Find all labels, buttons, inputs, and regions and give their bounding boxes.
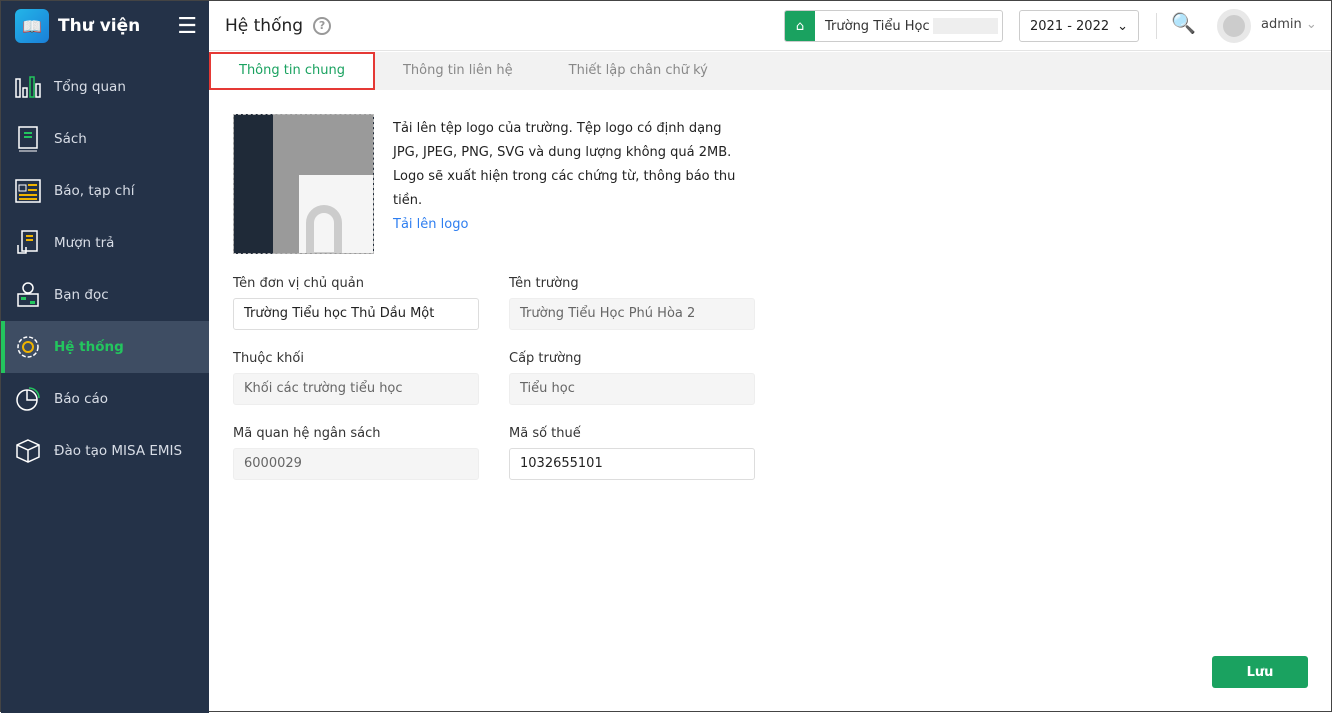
blurred-text — [932, 18, 998, 34]
field-label: Mã quan hệ ngân sách — [233, 426, 381, 441]
tabs: Thông tin chung Thông tin liên hệ Thiết … — [209, 52, 1331, 90]
sidebar-item-label: Bạn đọc — [54, 287, 109, 303]
sidebar-item-reports[interactable]: Báo cáo — [1, 373, 209, 425]
year-value: 2021 - 2022 — [1030, 18, 1110, 34]
sidebar-item-label: Báo, tạp chí — [54, 183, 135, 199]
sidebar-item-system[interactable]: Hệ thống — [1, 321, 209, 373]
tax-code-input[interactable]: 1032655101 — [509, 448, 755, 480]
tab-signature-settings[interactable]: Thiết lập chân chữ ký — [541, 52, 736, 90]
budget-code-input: 6000029 — [233, 448, 479, 480]
home-icon: ⌂ — [785, 11, 815, 41]
avatar[interactable] — [1217, 9, 1251, 43]
user-menu[interactable]: admin ⌄ — [1261, 17, 1317, 32]
sidebar-item-training[interactable]: Đào tạo MISA EMIS — [1, 425, 209, 477]
sidebar-item-newspapers[interactable]: Báo, tạp chí — [1, 165, 209, 217]
page-title: Hệ thống — [225, 15, 304, 36]
cube-icon — [15, 438, 41, 464]
sidebar-item-label: Tổng quan — [54, 79, 126, 95]
level-input: Tiểu học — [509, 373, 755, 405]
sidebar-item-label: Đào tạo MISA EMIS — [54, 443, 183, 459]
level-field: Cấp trường Tiểu học — [509, 351, 755, 405]
brand: 📖 Thư viện ☰ — [1, 1, 209, 51]
school-name: Trường Tiểu Học — [825, 18, 930, 34]
save-button[interactable]: Lưu — [1212, 656, 1308, 688]
upload-logo-link[interactable]: Tải lên logo — [393, 213, 743, 237]
sidebar: 📖 Thư viện ☰ Tổng quan Sách Báo, tạp chí… — [1, 1, 209, 713]
borrow-icon — [15, 230, 41, 256]
sidebar-item-overview[interactable]: Tổng quan — [1, 61, 209, 113]
block-field: Thuộc khối Khối các trường tiểu học — [233, 351, 479, 405]
logo-preview[interactable] — [233, 114, 374, 254]
header: Hệ thống ? ⌂ Trường Tiểu Học 2021 - 2022… — [209, 1, 1331, 51]
sidebar-item-label: Báo cáo — [54, 391, 109, 407]
tax-code-field: Mã số thuế 1032655101 — [509, 426, 755, 480]
field-label: Tên trường — [509, 276, 579, 291]
tab-general-info[interactable]: Thông tin chung — [209, 52, 375, 90]
menu-icon[interactable]: ☰ — [177, 14, 197, 39]
gear-icon — [15, 334, 41, 360]
school-name-input: Trường Tiểu Học Phú Hòa 2 — [509, 298, 755, 330]
parent-unit-input[interactable]: Trường Tiểu học Thủ Dầu Một — [233, 298, 479, 330]
username: admin — [1261, 17, 1302, 32]
sidebar-item-borrow[interactable]: Mượn trả — [1, 217, 209, 269]
library-logo-icon: 📖 — [15, 9, 49, 43]
bar-chart-icon — [15, 74, 41, 100]
year-select[interactable]: 2021 - 2022 ⌄ — [1019, 10, 1139, 42]
sidebar-item-label: Hệ thống — [54, 339, 124, 355]
school-selector[interactable]: ⌂ Trường Tiểu Học — [784, 10, 1003, 42]
chevron-down-icon: ⌄ — [1117, 18, 1128, 34]
logo-description: Tải lên tệp logo của trường. Tệp logo có… — [393, 117, 743, 237]
sidebar-item-label: Mượn trả — [54, 235, 115, 251]
sidebar-item-books[interactable]: Sách — [1, 113, 209, 165]
block-input: Khối các trường tiểu học — [233, 373, 479, 405]
sidebar-item-label: Sách — [54, 131, 87, 147]
chevron-down-icon: ⌄ — [1305, 17, 1317, 32]
school-name-field: Tên trường Trường Tiểu Học Phú Hòa 2 — [509, 276, 755, 330]
field-label: Cấp trường — [509, 351, 582, 366]
field-label: Tên đơn vị chủ quản — [233, 276, 364, 291]
reader-icon — [15, 282, 41, 308]
field-label: Thuộc khối — [233, 351, 304, 366]
field-label: Mã số thuế — [509, 426, 581, 441]
pie-chart-icon — [15, 386, 41, 412]
search-analytics-icon[interactable]: 🔍 — [1171, 11, 1196, 35]
newspaper-icon — [15, 178, 41, 204]
parent-unit-field: Tên đơn vị chủ quản Trường Tiểu học Thủ D… — [233, 276, 479, 330]
budget-code-field: Mã quan hệ ngân sách 6000029 — [233, 426, 479, 480]
logo-description-text: Tải lên tệp logo của trường. Tệp logo có… — [393, 121, 736, 208]
book-icon — [15, 126, 41, 152]
divider — [1156, 13, 1157, 39]
tab-contact-info[interactable]: Thông tin liên hệ — [375, 52, 541, 90]
help-icon[interactable]: ? — [313, 16, 332, 35]
app-name: Thư viện — [58, 16, 141, 36]
sidebar-item-readers[interactable]: Bạn đọc — [1, 269, 209, 321]
